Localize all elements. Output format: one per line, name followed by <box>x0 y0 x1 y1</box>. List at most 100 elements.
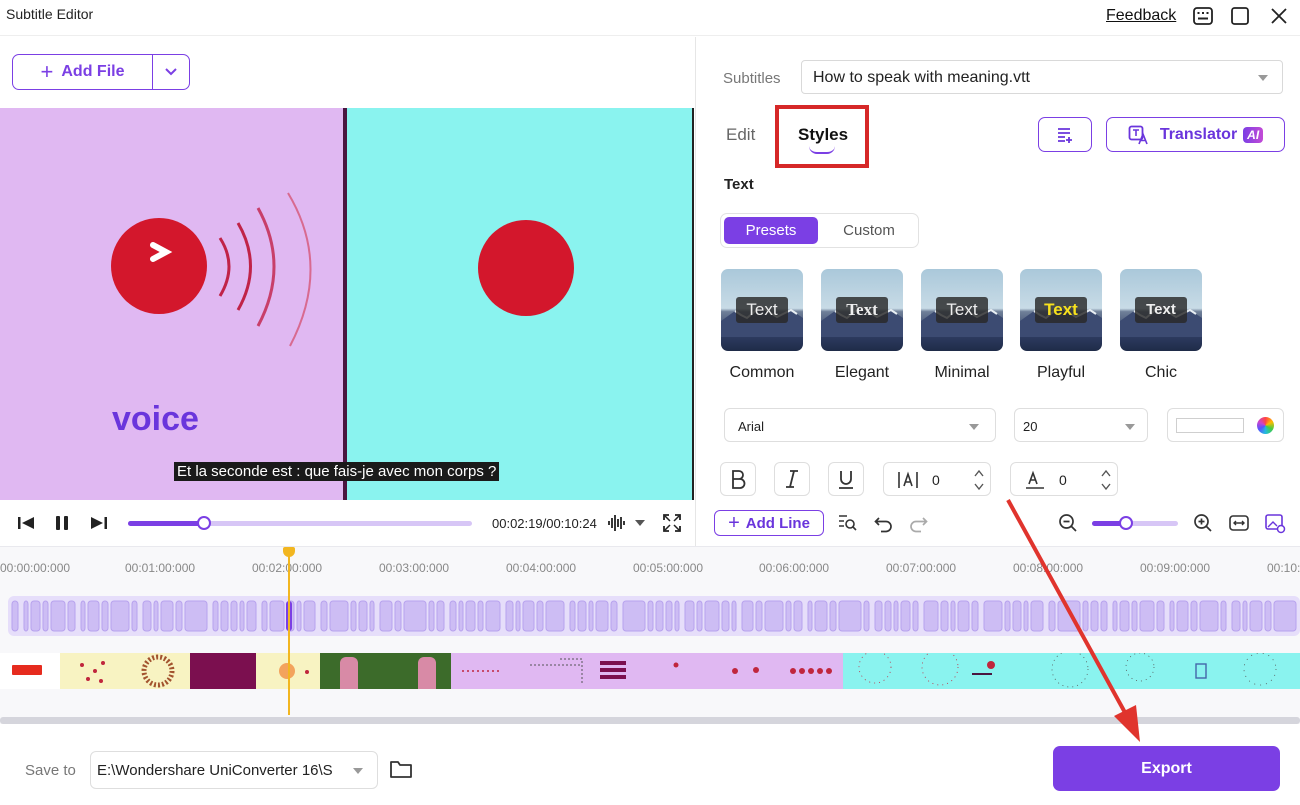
subtitle-clip[interactable] <box>545 600 565 632</box>
subtitle-clip[interactable] <box>577 600 587 632</box>
subtitle-clip[interactable] <box>153 600 159 632</box>
subtitle-clip[interactable] <box>807 600 813 632</box>
audio-waveform-icon[interactable] <box>606 512 628 534</box>
subtitle-clip[interactable] <box>588 600 594 632</box>
subtitle-clip[interactable] <box>721 600 730 632</box>
subtitle-clip[interactable] <box>838 600 862 632</box>
subtitle-clip[interactable] <box>1012 600 1022 632</box>
subtitle-clip[interactable] <box>379 600 393 632</box>
previous-frame-icon[interactable] <box>15 512 37 534</box>
zoom-in-icon[interactable] <box>1192 512 1214 534</box>
subtitle-clip[interactable] <box>1273 600 1297 632</box>
subtitle-clip[interactable] <box>940 600 949 632</box>
add-file-dropdown-button[interactable] <box>153 55 189 89</box>
subtitle-clip[interactable] <box>1057 600 1081 632</box>
subtitles-file-select[interactable]: How to speak with meaning.vtt <box>801 60 1283 94</box>
subtitle-clip[interactable] <box>1119 600 1130 632</box>
subtitle-clip[interactable] <box>11 600 19 632</box>
preset-elegant[interactable]: Text <box>821 269 903 351</box>
timeline[interactable]: 00:00:00:000 00:01:00:000 00:02:00:000 0… <box>0 546 1300 724</box>
subtitle-clip[interactable] <box>142 600 152 632</box>
subtitle-clip[interactable] <box>1139 600 1155 632</box>
subtitle-clip[interactable] <box>428 600 435 632</box>
feedback-link[interactable]: Feedback <box>1106 7 1176 25</box>
subtitle-clip[interactable] <box>320 600 328 632</box>
font-size-select[interactable]: 20 <box>1014 408 1148 442</box>
subtitle-clip[interactable] <box>261 600 268 632</box>
timeline-scrollbar[interactable] <box>0 717 1300 724</box>
subtitle-clip[interactable] <box>80 600 86 632</box>
fullscreen-icon[interactable] <box>661 512 683 534</box>
presets-toggle-button[interactable]: Presets <box>724 217 818 244</box>
italic-button[interactable] <box>774 462 810 496</box>
subtitle-clip[interactable] <box>900 600 911 632</box>
subtitle-clip[interactable] <box>175 600 183 632</box>
subtitle-clip[interactable] <box>239 600 245 632</box>
keyboard-icon[interactable] <box>1192 5 1214 27</box>
subtitle-clip[interactable] <box>160 600 174 632</box>
subtitle-clip[interactable] <box>622 600 646 632</box>
subtitle-clip[interactable] <box>674 600 680 632</box>
pause-icon[interactable] <box>51 512 73 534</box>
save-path-select[interactable]: E:\Wondershare UniConverter 16\S <box>90 751 378 789</box>
video-preview[interactable]: voice Et la seconde est : que fais-je av… <box>0 108 694 500</box>
subtitle-clip[interactable] <box>950 600 956 632</box>
subtitle-clip[interactable] <box>110 600 130 632</box>
subtitle-clip[interactable] <box>569 600 576 632</box>
image-settings-icon[interactable] <box>1264 512 1286 534</box>
find-replace-icon[interactable] <box>836 512 858 534</box>
subtitle-clip[interactable] <box>595 600 609 632</box>
subtitle-clip[interactable] <box>647 600 654 632</box>
subtitle-clip[interactable] <box>764 600 784 632</box>
subtitle-clip[interactable] <box>1190 600 1198 632</box>
font-family-select[interactable]: Arial <box>724 408 996 442</box>
subtitle-list-button[interactable] <box>1038 117 1092 152</box>
subtitle-clip[interactable] <box>465 600 476 632</box>
subtitle-clip[interactable] <box>230 600 238 632</box>
subtitle-clip[interactable] <box>23 600 29 632</box>
subtitle-clip[interactable] <box>1048 600 1056 632</box>
subtitle-clip[interactable] <box>403 600 427 632</box>
tab-styles[interactable]: Styles <box>798 125 848 145</box>
subtitle-clip[interactable] <box>296 600 302 632</box>
subtitle-clip[interactable] <box>350 600 357 632</box>
subtitle-clip[interactable] <box>884 600 892 632</box>
subtitle-clip[interactable] <box>1100 600 1108 632</box>
subtitle-clip[interactable] <box>30 600 41 632</box>
subtitle-clip[interactable] <box>1131 600 1138 632</box>
subtitle-clip[interactable] <box>893 600 899 632</box>
stepper-arrows-icon[interactable] <box>1101 468 1111 492</box>
progress-handle[interactable] <box>196 516 211 530</box>
subtitle-clip[interactable] <box>755 600 763 632</box>
maximize-icon[interactable] <box>1229 5 1251 27</box>
subtitle-clip[interactable] <box>246 600 257 632</box>
subtitle-clip[interactable] <box>863 600 870 632</box>
subtitle-clip[interactable] <box>1112 600 1118 632</box>
subtitle-clip[interactable] <box>485 600 501 632</box>
close-icon[interactable] <box>1268 5 1290 27</box>
zoom-handle[interactable] <box>1119 516 1134 530</box>
subtitle-clip[interactable] <box>436 600 445 632</box>
custom-toggle-button[interactable]: Custom <box>822 217 916 244</box>
playhead-handle[interactable] <box>283 547 295 557</box>
subtitle-clip[interactable] <box>1090 600 1099 632</box>
subtitle-clips[interactable] <box>8 596 1300 636</box>
subtitle-clip[interactable] <box>358 600 368 632</box>
subtitle-clip[interactable] <box>67 600 76 632</box>
subtitle-clip[interactable] <box>785 600 792 632</box>
subtitle-clip[interactable] <box>522 600 535 632</box>
subtitle-clip[interactable] <box>1264 600 1272 632</box>
subtitle-clip[interactable] <box>101 600 109 632</box>
add-file-button[interactable]: + Add File <box>13 55 153 89</box>
subtitle-clip[interactable] <box>610 600 618 632</box>
subtitle-clip[interactable] <box>814 600 828 632</box>
subtitle-clip[interactable] <box>458 600 464 632</box>
line-spacing-stepper[interactable]: 0 <box>1010 462 1118 496</box>
subtitle-clip[interactable] <box>1156 600 1165 632</box>
subtitle-clip[interactable] <box>655 600 664 632</box>
subtitle-clip[interactable] <box>220 600 229 632</box>
subtitle-clip[interactable] <box>1169 600 1175 632</box>
export-button[interactable]: Export <box>1053 746 1280 791</box>
playhead[interactable] <box>288 547 290 715</box>
subtitle-clip[interactable] <box>536 600 544 632</box>
